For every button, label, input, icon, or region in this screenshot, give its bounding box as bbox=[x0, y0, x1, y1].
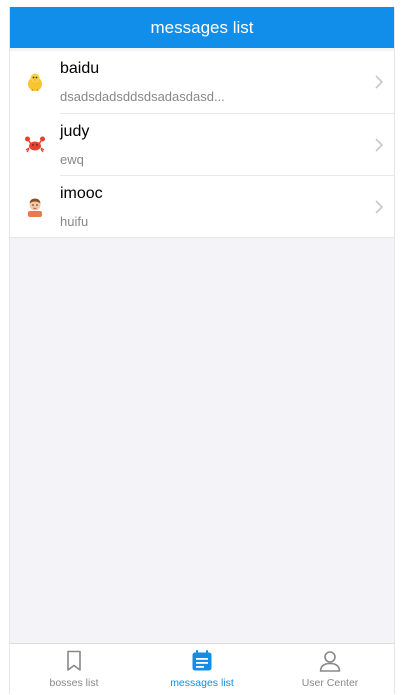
message-list: baidu dsadsdadsddsdsadasdasd... judy ewq… bbox=[10, 51, 394, 238]
document-icon bbox=[192, 650, 212, 671]
chevron-right-icon bbox=[375, 137, 384, 152]
contact-name: baidu bbox=[60, 60, 100, 77]
list-item[interactable]: imooc huifu bbox=[10, 174, 394, 237]
bookmark-icon bbox=[67, 650, 81, 671]
tab-bar: bosses list messages list User Center bbox=[10, 643, 394, 694]
tab-bosses-list[interactable]: bosses list bbox=[10, 644, 138, 694]
tab-label: messages list bbox=[170, 677, 234, 689]
message-preview: huifu bbox=[60, 213, 89, 229]
tab-label: bosses list bbox=[49, 677, 99, 689]
chevron-right-icon bbox=[375, 75, 384, 89]
contact-name: imooc bbox=[60, 184, 103, 202]
tab-label: User Center bbox=[301, 677, 359, 689]
chick-icon bbox=[24, 71, 46, 93]
app-frame: messages list baidu dsadsdadsddsdsadasda… bbox=[9, 7, 395, 694]
list-item[interactable]: baidu dsadsdadsddsdsadasdasd... bbox=[10, 51, 394, 113]
crab-icon bbox=[24, 133, 46, 155]
message-preview: dsadsdadsddsdsadasdasd... bbox=[60, 89, 225, 104]
chevron-right-icon bbox=[375, 199, 384, 214]
message-preview: ewq bbox=[60, 151, 84, 167]
tab-user-center[interactable]: User Center bbox=[266, 644, 394, 694]
man-icon bbox=[24, 195, 46, 217]
list-item[interactable]: judy ewq bbox=[10, 112, 394, 175]
contact-name: judy bbox=[60, 122, 90, 140]
page-title: messages list bbox=[150, 17, 254, 37]
tab-messages-list[interactable]: messages list bbox=[138, 644, 266, 694]
nav-bar: messages list bbox=[10, 7, 394, 48]
user-icon bbox=[319, 651, 341, 672]
